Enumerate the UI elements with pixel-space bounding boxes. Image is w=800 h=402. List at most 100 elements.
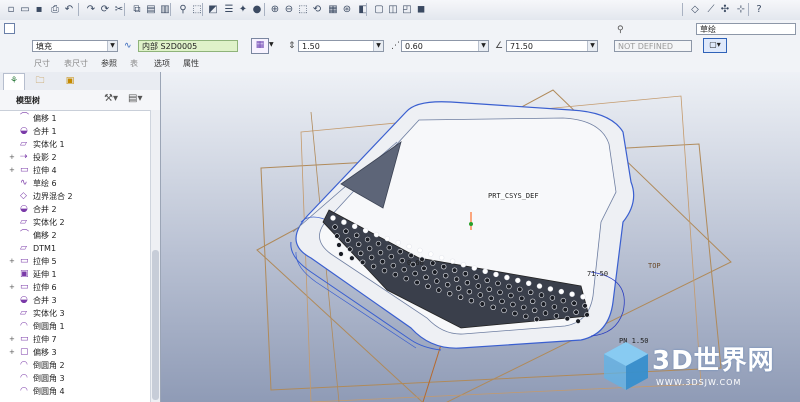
sketch-settings-icon[interactable] [4, 23, 15, 34]
expand-icon[interactable]: + [9, 167, 16, 174]
tree-item[interactable]: ◠ 倒圆角 3 [0, 372, 150, 385]
axis-icon[interactable]: ⟋ [704, 2, 718, 16]
no-hidden-icon[interactable]: ◰ [400, 2, 414, 16]
toolbar-separator [78, 3, 79, 16]
tree-item[interactable]: ∿ 草绘 6 [0, 177, 150, 190]
paste-icon[interactable]: ▤ [144, 2, 158, 16]
redo-icon[interactable]: ↷ [84, 2, 98, 16]
tab-references[interactable]: 参照 [101, 58, 117, 69]
expand-icon[interactable]: + [9, 336, 16, 343]
csys-icon[interactable]: ⊹ [734, 2, 748, 16]
sphere-icon[interactable]: ● [250, 2, 264, 16]
save-icon[interactable]: ▪ [32, 2, 46, 16]
tree-item[interactable]: ◒ 合并 2 [0, 203, 150, 216]
tree-item[interactable]: ◇ 边界混合 2 [0, 190, 150, 203]
copy-icon[interactable]: ⧉ [130, 2, 144, 16]
folder-browser-tab-icon[interactable]: 🗀 [32, 74, 48, 88]
expand-icon[interactable]: + [9, 284, 16, 291]
scrollbar-thumb[interactable] [152, 250, 159, 400]
tree-item-label: DTM1 [33, 244, 57, 253]
layer-icon[interactable]: ☰ [222, 2, 236, 16]
undo-icon[interactable]: ↶ [62, 2, 76, 16]
hidden-line-icon[interactable]: ◫ [386, 2, 400, 16]
expand-icon[interactable]: + [9, 349, 16, 356]
tree-item[interactable]: ▣ 延伸 1 [0, 268, 150, 281]
pattern-type-select[interactable]: 草绘 [696, 23, 796, 35]
zoom-out-icon[interactable]: ⊖ [282, 2, 296, 16]
hole-mark [430, 260, 436, 266]
hole-mark [530, 298, 536, 305]
main-toolbar: ▫ ▭ ▪ ⎙ ↶ ↷ ⟳ ✂ ⧉ ▤ ▥ ⚲ ⬚ ◩ ☰ ✦ ● ⊕ ⊖ ⬚ ⟲ ▦ ⊛ ◧ ▢ ◫ ◰ ◼ ◇ ⟋ ✣ ⊹? [0, 0, 800, 21]
model-tree-header: 模型树 ⚒▾ ▤▾ [0, 90, 160, 111]
tree-item[interactable]: + ▭ 拉伸 5 [0, 255, 150, 268]
tree-show-icon[interactable]: ▤▾ [128, 93, 142, 104]
saved-views-icon[interactable]: ▦ [326, 2, 340, 16]
tree-item[interactable]: ▱ 实体化 1 [0, 138, 150, 151]
model-tree-tab-icon[interactable]: ⚘ [3, 73, 25, 90]
tree-item[interactable]: + ⇢ 投影 2 [0, 151, 150, 164]
expand-icon[interactable]: + [9, 258, 16, 265]
appearance-icon[interactable]: ✦ [236, 2, 250, 16]
regenerate-icon[interactable]: ⟳ [98, 2, 112, 16]
tree-scrollbar[interactable] [150, 110, 160, 402]
datum-display-icon[interactable]: ◩ [206, 2, 220, 16]
fill-type-value: 填充 [36, 42, 52, 51]
shape-select-button[interactable]: ▢▾ [703, 38, 727, 53]
tree-item[interactable]: ▱ DTM1 [0, 242, 150, 255]
angle-field[interactable]: 71.50 ▼ [506, 40, 598, 52]
hole-mark [573, 309, 579, 315]
feature-icon: ▭ [20, 165, 29, 175]
find-icon[interactable]: ⚲ [176, 2, 190, 16]
tree-item[interactable]: ◒ 合并 1 [0, 125, 150, 138]
value-1-field[interactable]: 1.50 ▼ [298, 40, 384, 52]
shading-icon[interactable]: ◼ [414, 2, 428, 16]
point-icon[interactable]: ✣ [718, 2, 732, 16]
pattern-grid-button[interactable]: ▦ [251, 38, 269, 54]
zoom-in-icon[interactable]: ⊕ [268, 2, 282, 16]
pattern-dropdown-button[interactable]: ▼ [269, 38, 277, 52]
reorient-icon[interactable]: ⟲ [310, 2, 324, 16]
value-2-field[interactable]: 0.60 ▼ [401, 40, 489, 52]
tree-item[interactable]: ▱ 实体化 2 [0, 216, 150, 229]
tab-properties[interactable]: 属性 [183, 58, 199, 69]
tree-item[interactable]: ◠ 倒圆角 2 [0, 359, 150, 372]
open-icon[interactable]: ▭ [18, 2, 32, 16]
tree-item[interactable]: ▱ 实体化 3 [0, 307, 150, 320]
tree-item[interactable]: ⌒ 偏移 1 [0, 112, 150, 125]
tree-item[interactable]: ◠ 倒圆角 4 [0, 385, 150, 398]
sketch-icon[interactable]: ∿ [124, 41, 135, 51]
expand-icon[interactable]: + [9, 154, 16, 161]
tree-item[interactable]: + ▭ 拉伸 4 [0, 164, 150, 177]
tab-options[interactable]: 选项 [154, 58, 170, 69]
plane-icon[interactable]: ◇ [688, 2, 702, 16]
tree-item-label: 合并 1 [33, 127, 57, 136]
tree-item[interactable]: ◠ 倒圆角 1 [0, 320, 150, 333]
print-icon[interactable]: ⎙ [48, 2, 62, 16]
favorites-tab-icon[interactable]: ▣ [62, 74, 78, 88]
dimension-a-label[interactable]: 0.60 [407, 259, 424, 267]
dimension-b-label[interactable]: 71.50 [587, 270, 608, 278]
hole-mark [360, 259, 366, 266]
tree-line-icon [9, 128, 16, 135]
fill-type-select[interactable]: 填充 ▼ [32, 40, 118, 52]
tree-item[interactable]: ⌒ 偏移 2 [0, 229, 150, 242]
tree-item[interactable]: + ▭ 拉伸 6 [0, 281, 150, 294]
hole-mark [517, 286, 523, 293]
tree-item[interactable]: + ▢ 偏移 3 [0, 346, 150, 359]
tree-settings-icon[interactable]: ⚒▾ [104, 93, 118, 104]
datum-top-label[interactable]: TOP [648, 262, 661, 270]
help-icon[interactable]: ? [752, 2, 766, 16]
hole-mark [471, 265, 477, 271]
tree-item[interactable]: + ▭ 拉伸 7 [0, 333, 150, 346]
new-icon[interactable]: ▫ [4, 2, 18, 16]
tree-item[interactable]: ◒ 合并 3 [0, 294, 150, 307]
wireframe-icon[interactable]: ▢ [372, 2, 386, 16]
hole-mark [434, 278, 440, 284]
sketch-name-field[interactable]: 内部 S2D0005 [138, 40, 238, 52]
feature-icon: ◒ [20, 204, 28, 214]
spin-center-icon[interactable]: ⊛ [340, 2, 354, 16]
display-style-icon[interactable]: ◧ [356, 2, 370, 16]
hole-mark [571, 300, 577, 306]
csys-label[interactable]: PRT_CSYS_DEF [487, 192, 540, 200]
refit-icon[interactable]: ⬚ [296, 2, 310, 16]
